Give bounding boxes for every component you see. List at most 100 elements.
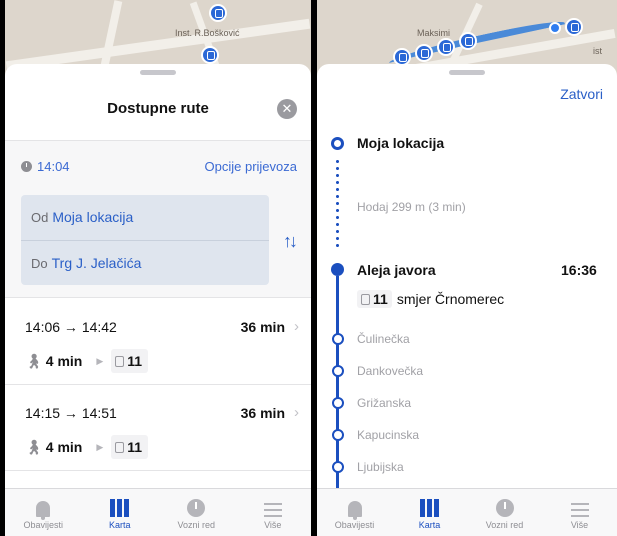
sheet-grabber[interactable] (140, 70, 176, 75)
chevron-right-icon: › (294, 318, 299, 335)
bus-line: 11 (127, 353, 143, 369)
menu-icon (570, 503, 589, 517)
from-field[interactable]: Od Moja lokacija (21, 195, 269, 240)
line-badge: 11 (357, 290, 392, 308)
route-detail-sheet: Zatvori Moja lokacija Hodaj 299 m (3 min… (317, 64, 617, 488)
menu-icon (263, 503, 282, 517)
tab-map[interactable]: Karta (82, 489, 159, 536)
walk-icon: 🚶︎ (25, 438, 43, 455)
stop-name: Čulinečka (357, 332, 410, 346)
bus-line: 11 (373, 291, 388, 307)
tab-label: Vozni red (485, 520, 524, 530)
stop-marker (332, 365, 344, 377)
close-button[interactable]: ✕ (277, 99, 297, 119)
bus-path (336, 276, 339, 488)
tab-label: Obavijesti (334, 520, 375, 530)
transport-options-link[interactable]: Opcije prijevoza (205, 159, 298, 174)
map-icon (420, 499, 439, 517)
tab-map[interactable]: Karta (392, 489, 467, 536)
bus-stop-icon[interactable] (459, 32, 477, 50)
tab-label: Više (570, 520, 589, 530)
bus-icon (115, 355, 125, 367)
chevron-right-icon: ▶ (96, 355, 104, 366)
available-routes-sheet: Dostupne rute ✕ 14:04 Opcije prijevoza O… (5, 64, 311, 488)
bus-stop-icon[interactable] (437, 38, 455, 56)
map-label: ist (593, 46, 602, 56)
sheet-title: Dostupne rute (107, 100, 209, 117)
walk-path (336, 158, 339, 250)
route-legs: 🚶︎ 4 min ▶ 11 (25, 349, 149, 373)
bus-stop-icon[interactable] (201, 46, 219, 64)
stop-marker (332, 429, 344, 441)
bus-line: 11 (127, 439, 143, 455)
stop-name: Dankovečka (357, 364, 424, 378)
route-duration: 36 min (240, 319, 285, 335)
tab-label: Obavijesti (23, 520, 63, 530)
tab-timetable[interactable]: Vozni red (158, 489, 235, 536)
route-list: 14:06 → 14:42 36 min › 🚶︎ 4 min ▶ 11 14:1… (5, 299, 311, 471)
route-duration: 36 min (240, 405, 285, 421)
boarding-time: 16:36 (561, 262, 597, 278)
origin-marker (331, 137, 344, 150)
route-detail-screen: Maksimi ist Zatvori Moja lokacija Hodaj … (317, 0, 617, 536)
stop-name: Grižanska (357, 396, 412, 410)
bus-stop-icon[interactable] (209, 4, 227, 22)
stop-marker (332, 397, 344, 409)
tab-timetable[interactable]: Vozni red (467, 489, 542, 536)
walk-icon: 🚶︎ (25, 352, 43, 369)
stop-marker (332, 333, 344, 345)
bus-leg: 11 (111, 435, 149, 459)
bus-icon (361, 293, 370, 305)
stop-marker (332, 461, 344, 473)
walk-leg: 🚶︎ 4 min (25, 435, 88, 459)
current-location-dot (549, 22, 561, 34)
location-fields: Od Moja lokacija Do Trg J. Jelačića (21, 195, 269, 285)
to-value: Trg J. Jelačića (51, 255, 142, 271)
sheet-grabber[interactable] (449, 70, 485, 75)
line-info: 11 smjer Črnomerec (357, 290, 504, 308)
close-button[interactable]: Zatvori (560, 86, 603, 102)
departure-time[interactable]: 14:04 (21, 159, 70, 174)
tab-notifications[interactable]: Obavijesti (5, 489, 82, 536)
bus-leg: 11 (111, 349, 149, 373)
walk-duration: 4 min (45, 353, 83, 369)
trip-planner: 14:04 Opcije prijevoza Od Moja lokacija D… (5, 140, 311, 298)
bus-icon (115, 441, 125, 453)
bus-stop-icon[interactable] (565, 18, 583, 36)
clock-icon (21, 161, 32, 172)
tab-label: Karta (108, 520, 131, 530)
bell-icon (347, 501, 362, 520)
tab-bar: Obavijesti Karta Vozni red Više (317, 488, 617, 536)
route-times: 14:15 → 14:51 (25, 405, 117, 421)
to-prefix: Do (31, 256, 48, 271)
bell-icon (36, 501, 51, 520)
map-label: Maksimi (417, 28, 450, 38)
from-value: Moja lokacija (52, 209, 134, 225)
routes-screen: Inst. R.Bošković Dostupne rute ✕ 14:04 O… (5, 0, 311, 536)
stop-name: Kapucinska (357, 428, 420, 442)
chevron-right-icon: › (294, 404, 299, 421)
tab-more[interactable]: Više (542, 489, 617, 536)
clock-icon (495, 499, 514, 517)
route-legs: 🚶︎ 4 min ▶ 11 (25, 435, 149, 459)
line-direction: smjer Črnomerec (396, 291, 505, 307)
stop-name: Ljubijska (357, 460, 404, 474)
route-times: 14:06 → 14:42 (25, 319, 117, 335)
clock-icon (187, 499, 206, 517)
tab-more[interactable]: Više (235, 489, 312, 536)
boarding-stop: Aleja javora (357, 262, 436, 278)
route-option[interactable]: 14:15 → 14:51 36 min › 🚶︎ 4 min ▶ 11 (5, 385, 311, 471)
to-field[interactable]: Do Trg J. Jelačića (21, 240, 269, 285)
route-option[interactable]: 14:06 → 14:42 36 min › 🚶︎ 4 min ▶ 11 (5, 299, 311, 385)
swap-icon[interactable]: ↑↓ (283, 231, 298, 252)
tab-bar: Obavijesti Karta Vozni red Više (5, 488, 311, 536)
tab-notifications[interactable]: Obavijesti (317, 489, 392, 536)
bus-stop-icon[interactable] (415, 44, 433, 62)
tab-label: Karta (418, 520, 441, 530)
tab-label: Vozni red (177, 520, 216, 530)
walk-info: Hodaj 299 m (3 min) (357, 200, 466, 214)
walk-duration: 4 min (45, 439, 83, 455)
chevron-right-icon: ▶ (96, 441, 104, 452)
map-label: Inst. R.Bošković (175, 28, 240, 38)
tab-label: Više (264, 520, 282, 530)
